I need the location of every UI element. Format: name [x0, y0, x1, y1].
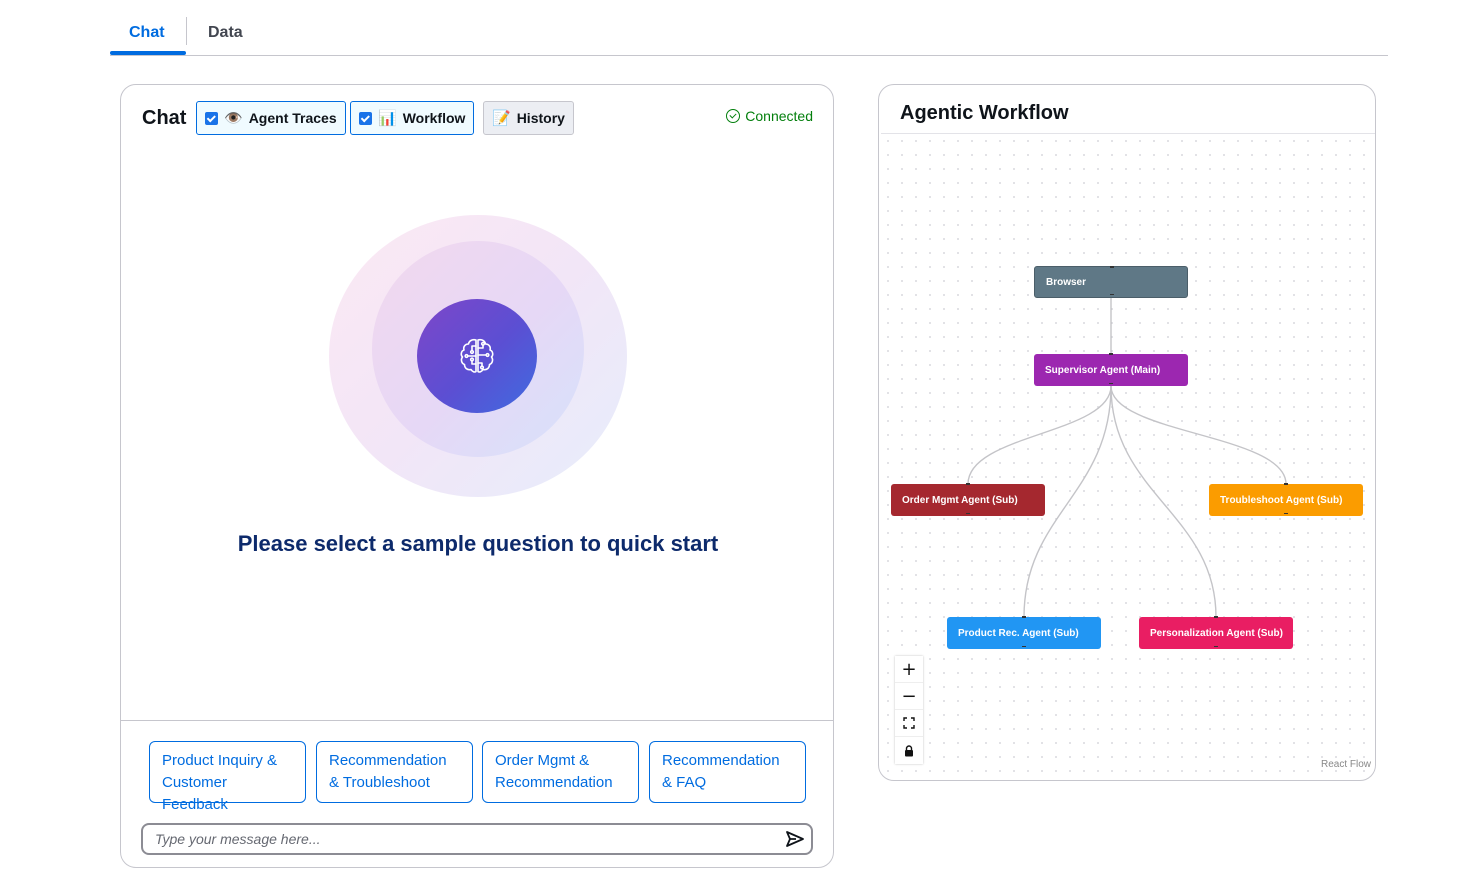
workflow-panel: Agentic Workflow Browser Supervisor Agen…	[878, 84, 1376, 781]
tab-divider	[186, 17, 187, 45]
tab-chat[interactable]: Chat	[129, 24, 165, 42]
lock-icon[interactable]	[895, 737, 923, 764]
agent-traces-label: Agent Traces	[248, 110, 337, 126]
flow-controls: + −	[895, 656, 923, 764]
tab-bar: Chat Data	[110, 14, 1388, 56]
zoom-out-icon[interactable]: −	[895, 683, 923, 710]
workflow-title: Agentic Workflow	[900, 102, 1069, 124]
hero-prompt-text: Please select a sample question to quick…	[237, 531, 719, 556]
connection-status-text: Connected	[745, 108, 813, 124]
check-circle-icon	[726, 109, 741, 123]
eye-icon: 👁️	[224, 109, 243, 127]
workflow-node-browser[interactable]: Browser	[1034, 266, 1188, 298]
node-label: Browser	[1046, 276, 1087, 288]
node-label: Supervisor Agent (Main)	[1045, 364, 1161, 376]
workflow-edges	[967, 297, 1287, 618]
chat-divider	[121, 720, 833, 721]
checkbox-checked-icon[interactable]	[205, 111, 218, 125]
workflow-node-personalization[interactable]: Personalization Agent (Sub)	[1139, 616, 1293, 649]
history-button[interactable]: 📝 History	[483, 101, 574, 135]
node-label: Product Rec. Agent (Sub)	[958, 627, 1079, 639]
connection-status: Connected	[726, 108, 813, 124]
sample-question-button[interactable]: Product Inquiry & Customer Feedback	[149, 741, 306, 813]
chat-title: Chat	[142, 107, 187, 129]
workflow-node-order-mgmt[interactable]: Order Mgmt Agent (Sub)	[891, 483, 1045, 516]
sample-question-button[interactable]: Recommendation & FAQ	[649, 741, 806, 803]
node-label: Troubleshoot Agent (Sub)	[1220, 494, 1343, 506]
workflow-canvas[interactable]: Browser Supervisor Agent (Main) Order Mg…	[881, 133, 1375, 778]
history-label: History	[516, 110, 565, 126]
react-flow-attribution[interactable]: React Flow	[1321, 759, 1371, 770]
chat-panel: Chat 👁️ Agent Traces 📊 Workflow 📝 Histor…	[120, 84, 834, 868]
node-label: Personalization Agent (Sub)	[1150, 627, 1283, 639]
zoom-in-icon[interactable]: +	[895, 656, 923, 683]
sample-question-button[interactable]: Order Mgmt & Recommendation	[482, 741, 639, 803]
sample-question-button[interactable]: Recommendation & Troubleshoot	[316, 741, 473, 803]
brain-circuit-icon	[460, 338, 494, 373]
message-input[interactable]	[141, 823, 813, 855]
workflow-label: Workflow	[402, 110, 466, 126]
checkbox-checked-icon[interactable]	[359, 111, 372, 125]
memo-icon: 📝	[492, 109, 511, 127]
active-tab-indicator	[110, 51, 186, 55]
workflow-node-troubleshoot[interactable]: Troubleshoot Agent (Sub)	[1209, 483, 1363, 516]
node-label: Order Mgmt Agent (Sub)	[902, 494, 1018, 506]
bar-chart-icon: 📊	[378, 109, 397, 127]
workflow-node-supervisor[interactable]: Supervisor Agent (Main)	[1034, 353, 1188, 386]
tab-data[interactable]: Data	[208, 24, 243, 42]
send-icon[interactable]	[785, 830, 805, 848]
hero-avatar	[417, 299, 537, 413]
fit-view-icon[interactable]	[895, 710, 923, 737]
workflow-toggle[interactable]: 📊 Workflow	[350, 101, 475, 135]
edge-supervisor-personalization	[1110, 385, 1217, 618]
workflow-node-product-rec[interactable]: Product Rec. Agent (Sub)	[947, 616, 1101, 649]
agent-traces-toggle[interactable]: 👁️ Agent Traces	[196, 101, 346, 135]
